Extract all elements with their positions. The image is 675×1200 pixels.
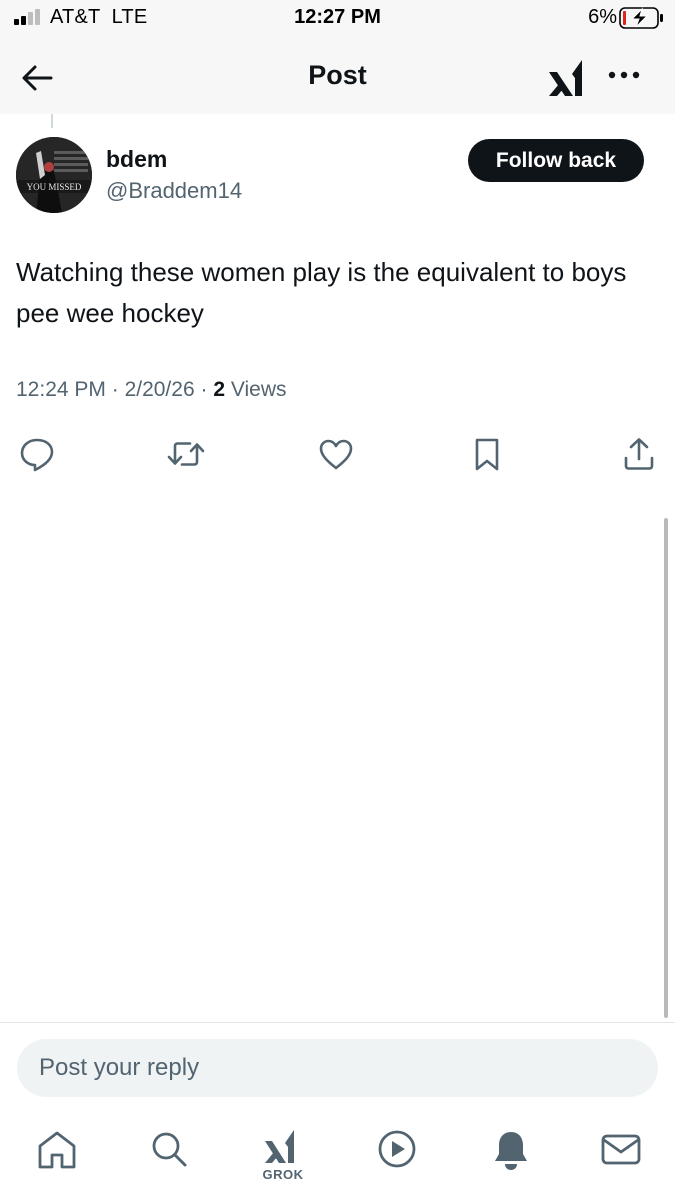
- post-time: 12:24 PM: [16, 378, 106, 401]
- like-button[interactable]: [314, 432, 358, 476]
- status-time: 12:27 PM: [294, 6, 381, 28]
- more-button[interactable]: [604, 60, 644, 90]
- home-icon: [38, 1131, 76, 1169]
- views-label[interactable]: Views: [231, 378, 287, 401]
- author-name[interactable]: bdem: [106, 146, 167, 173]
- reply-button[interactable]: [15, 432, 59, 476]
- tab-home[interactable]: [32, 1127, 82, 1187]
- tab-video[interactable]: [372, 1127, 422, 1187]
- follow-back-button[interactable]: Follow back: [468, 139, 644, 182]
- repost-icon: [167, 442, 205, 466]
- like-icon: [319, 439, 353, 470]
- notifications-icon: [495, 1132, 527, 1170]
- bottom-tab-bar: GROK: [0, 1115, 675, 1200]
- reply-input[interactable]: [17, 1039, 658, 1097]
- post-actions: [0, 432, 675, 476]
- battery-charging-icon: [619, 7, 663, 29]
- avatar-caption: YOU MISSED: [27, 182, 82, 192]
- reply-icon: [20, 438, 54, 472]
- video-icon: [378, 1130, 416, 1168]
- avatar[interactable]: YOU MISSED: [16, 137, 92, 213]
- share-button[interactable]: [617, 432, 661, 476]
- tab-search[interactable]: [144, 1127, 194, 1187]
- bookmark-button[interactable]: [465, 432, 509, 476]
- status-bar: AT&T LTE 12:27 PM 6%: [0, 0, 675, 40]
- grok-icon: [265, 1130, 294, 1163]
- messages-icon: [601, 1134, 641, 1165]
- post-text: Watching these women play is the equival…: [16, 257, 627, 328]
- tab-messages[interactable]: [596, 1127, 646, 1187]
- tab-grok[interactable]: GROK: [258, 1127, 308, 1187]
- scrollbar[interactable]: [664, 518, 668, 1018]
- search-icon: [152, 1132, 187, 1167]
- bookmark-icon: [475, 438, 499, 471]
- post-date: 2/20/26: [124, 378, 195, 401]
- meta-separator: ·: [105, 378, 125, 401]
- more-icon: [608, 71, 640, 79]
- post-meta: 12:24 PM · 2/20/26 · 2 Views: [16, 378, 286, 402]
- avatar-image: YOU MISSED: [16, 137, 92, 213]
- repost-button[interactable]: [164, 432, 208, 476]
- battery-percent: 6%: [588, 6, 617, 28]
- grok-label: GROK: [262, 1167, 304, 1182]
- author-handle[interactable]: @Braddem14: [106, 178, 242, 204]
- xai-logo-icon[interactable]: [546, 56, 590, 100]
- share-icon: [624, 438, 654, 470]
- meta-separator: ·: [194, 378, 214, 401]
- views-count[interactable]: 2: [213, 378, 225, 401]
- divider: [0, 1022, 675, 1023]
- top-nav: Post: [0, 40, 675, 114]
- tab-notifications[interactable]: [486, 1127, 536, 1187]
- thread-connector: [51, 114, 53, 128]
